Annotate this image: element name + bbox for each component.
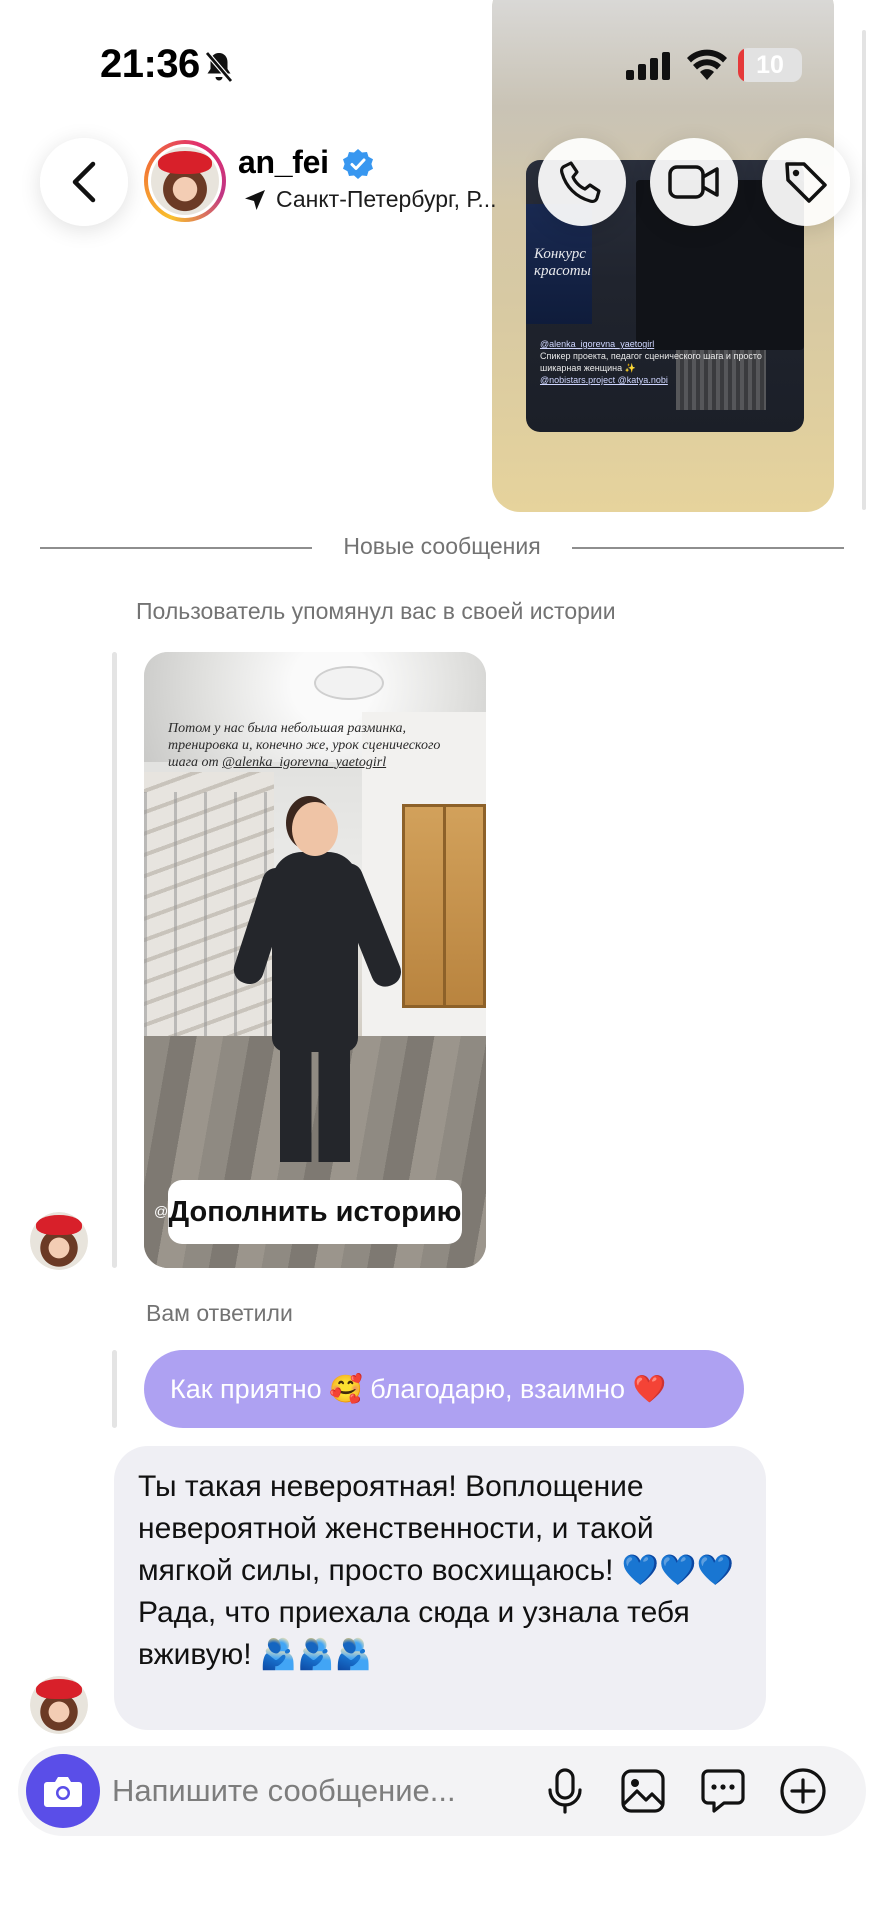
caption-mentions: @nobistars.project @katya.nobi [540,375,668,385]
story-mention-notice: Пользователь упомянул вас в своей истори… [136,598,616,624]
caption-text: Спикер проекта, педагог сценического шаг… [540,351,762,373]
divider-line-right [572,547,844,549]
username[interactable]: an_fei [238,144,329,181]
status-time: 21:36 [100,42,200,86]
reply-bubble[interactable]: Как приятно 🥰 благодарю, взаимно ❤️ [144,1350,744,1428]
audio-call-button[interactable] [538,138,626,226]
signal-icon [626,52,670,80]
message-line-1: Ты такая невероятная! Воплощение невероя… [138,1470,734,1587]
divider-line-left [40,547,312,549]
camera-button[interactable] [26,1754,100,1828]
new-messages-divider: Новые сообщения [343,533,541,559]
camera-icon [44,1777,82,1807]
microphone-icon [548,1768,582,1814]
message-input[interactable] [112,1768,492,1814]
quote-bar [112,1350,117,1428]
wifi-icon [687,49,727,80]
chat-screen: Конкурс красоты @alenka_igorevna_yaetogi… [0,0,884,1920]
gallery-icon [621,1769,665,1813]
phone-icon [560,161,601,203]
story-at-sign: @ [154,1203,169,1219]
add-button[interactable] [778,1766,828,1816]
add-to-story-button[interactable]: Дополнить историю [168,1180,462,1244]
gallery-button[interactable] [618,1766,668,1816]
door [402,804,486,1008]
sender-avatar[interactable] [30,1676,88,1734]
bell-off-icon [205,51,233,83]
location-arrow-icon [245,190,265,210]
caption-mention: @alenka_igorevna_yaetogirl [540,339,655,349]
sticker-icon [701,1769,745,1813]
location-label[interactable]: Санкт-Петербург, Р... [276,186,497,213]
sticker-button[interactable] [698,1766,748,1816]
story-mention-card[interactable]: Потом у нас была небольшая разминка, тре… [144,652,486,1268]
plus-icon [780,1768,826,1814]
back-button[interactable] [40,138,128,226]
battery-icon: 10 [738,48,802,82]
replied-label: Вам ответили [146,1300,293,1326]
profile-avatar[interactable] [144,140,226,222]
story-caption: @alenka_igorevna_yaetogirl Спикер проект… [540,338,770,386]
quote-bar [112,652,117,1268]
reply-text: Как приятно 🥰 благодарю, взаимно ❤️ [170,1374,667,1404]
tag-icon [785,162,827,203]
person [272,852,358,1052]
tag-button[interactable] [762,138,850,226]
video-call-button[interactable] [650,138,738,226]
banner-text: Конкурс красоты [534,246,591,279]
battery-percent: 10 [756,51,784,79]
microphone-button[interactable] [540,1766,590,1816]
video-icon [668,165,719,199]
story-caption-mention: @alenka_igorevna_yaetogirl [222,755,387,770]
sender-avatar[interactable] [30,1212,88,1270]
avatar-image [151,147,219,215]
message-line-2: Рада, что приехала сюда и узнала тебя вж… [138,1596,690,1671]
back-icon [72,161,96,203]
incoming-message-bubble[interactable]: Ты такая невероятная! Воплощение невероя… [114,1446,766,1730]
message-composer [18,1746,866,1836]
verified-badge-icon [343,149,373,179]
story-caption: Потом у нас была небольшая разминка, тре… [168,720,468,771]
scrollbar[interactable] [862,30,866,510]
